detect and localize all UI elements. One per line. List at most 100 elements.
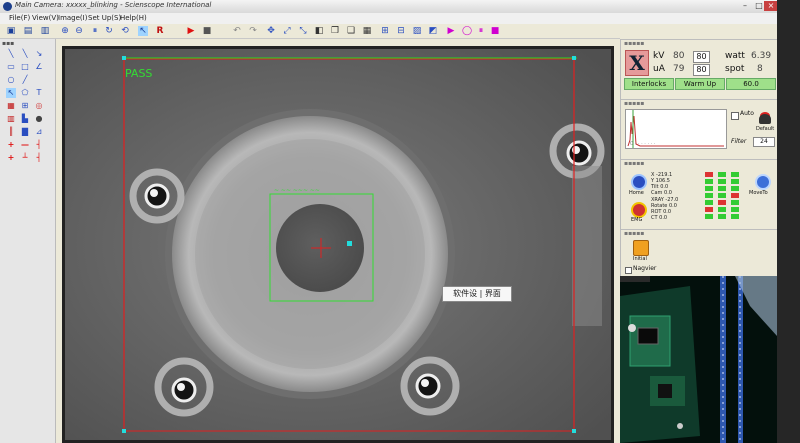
filter-select[interactable]: 24 [753, 137, 775, 147]
black-circle-tool-icon[interactable]: ● [34, 114, 44, 124]
move-icon[interactable]: ✥ [266, 26, 276, 36]
bga-tool-icon[interactable]: ⊞ [20, 101, 30, 111]
align-icon[interactable]: ⊞ [380, 26, 390, 36]
warmup-button[interactable]: Warm Up [675, 78, 725, 90]
app-icon [3, 2, 12, 11]
angle-tool-icon[interactable]: ∠ [34, 62, 44, 72]
tool-panel-title: ▪▪▪ [2, 40, 15, 47]
polyline-tool-icon[interactable]: ╲ [20, 49, 30, 59]
xray-image-viewer[interactable]: ~ ~~ ~~~ ~~ PASS [62, 46, 614, 443]
select-tool-icon[interactable]: ↖ [6, 88, 16, 98]
menu-view[interactable]: View(V) [32, 14, 59, 22]
stop-acq-icon[interactable]: ■ [490, 26, 500, 36]
polygon-tool-icon[interactable]: ⬠ [20, 88, 30, 98]
menu-bar: File(F) View(V) Image(I) Set Up(S) Help(… [0, 13, 777, 24]
undo-icon[interactable]: ↶ [232, 26, 242, 36]
record-mode-icon[interactable]: R [155, 26, 165, 36]
xray-logo[interactable]: X [625, 50, 649, 76]
snap-icon[interactable]: ⊟ [396, 26, 406, 36]
kv-actual: 80 [673, 51, 685, 61]
home-icon[interactable] [631, 174, 647, 190]
rotate-icon[interactable]: ⟲ [120, 26, 130, 36]
play-icon[interactable]: ▶ [186, 26, 196, 36]
zoom-out-icon[interactable]: ⊖ [74, 26, 84, 36]
menu-setup[interactable]: Set Up(S) [88, 14, 121, 22]
navigator-checkbox[interactable] [625, 267, 632, 274]
emg-label: EMG [631, 217, 643, 223]
line-tool-icon[interactable]: ╲ [6, 49, 16, 59]
hline-tool-icon[interactable]: — [20, 140, 30, 150]
zoom-in-icon[interactable]: ⊕ [60, 26, 70, 36]
stop-icon[interactable]: ■ [202, 26, 212, 36]
cross-tool-icon[interactable]: + [6, 140, 16, 150]
navigator-camera-image[interactable] [620, 276, 777, 443]
grid-tool-icon[interactable]: ▥ [6, 114, 16, 124]
scale-icon[interactable]: ⤢ [282, 26, 292, 36]
default-icon[interactable] [759, 114, 771, 124]
interlocks-indicator[interactable]: Interlocks [624, 78, 674, 90]
initial-icon[interactable] [633, 240, 649, 256]
ua-actual: 79 [673, 64, 685, 74]
pause-acq-icon[interactable]: ⏸ [476, 26, 486, 36]
menu-file[interactable]: File(F) [9, 14, 30, 22]
ime-tooltip: 软件设 | 界面 [442, 286, 512, 302]
kv-setpoint-input[interactable]: 80 [693, 51, 710, 63]
navigator-section: ▪▪▪▪▪ Initial Nagvier [621, 229, 778, 277]
xray-control-section: ▪▪▪▪▪ X kV 80 80 watt 6.39 uA 79 80 spot… [621, 39, 778, 90]
print-icon[interactable]: ▥ [40, 26, 50, 36]
profile-tool-icon[interactable]: ⊿ [34, 127, 44, 137]
menu-help[interactable]: Help(H) [120, 14, 147, 22]
square-tool-icon[interactable]: □ [20, 62, 30, 72]
wire-tool-icon[interactable]: ║ [6, 127, 16, 137]
lookup-icon[interactable]: ◩ [428, 26, 438, 36]
title-bar: Main Camera: xxxxx_blinking - Scienscope… [0, 0, 778, 14]
save-icon[interactable]: ▤ [23, 26, 33, 36]
tool-panel: ▪▪▪ ╲ ╲ ↘ ▭ □ ∠ ○ ╱ ↖ ⬠ T ▦ ⊞ ◎ ▥ ▙ ● ║ … [0, 39, 56, 443]
circle-tool-icon[interactable]: ○ [6, 75, 16, 85]
histogram-icon[interactable]: ▨ [412, 26, 422, 36]
open-icon[interactable]: ▣ [6, 26, 16, 36]
minimize-button[interactable]: – [738, 1, 752, 11]
copy-icon[interactable]: ❐ [330, 26, 340, 36]
refresh-icon[interactable]: ↻ [104, 26, 114, 36]
ua-label: uA [653, 64, 665, 74]
menu-image[interactable]: Image(I) [58, 14, 87, 22]
arrow-tool-icon[interactable]: ↘ [34, 49, 44, 59]
emg-icon[interactable] [631, 202, 647, 218]
marker-plus-icon[interactable]: + [6, 153, 16, 163]
histogram-graph[interactable]: 0 · · · · · · · [625, 109, 727, 149]
pass-status-label: PASS [125, 67, 153, 80]
text-tool-icon[interactable]: T [34, 88, 44, 98]
marker-tee-icon[interactable]: ┴ [20, 153, 30, 163]
grid-icon[interactable]: ▦ [362, 26, 372, 36]
window-title: Main Camera: xxxxx_blinking - Scienscope… [15, 1, 212, 9]
move-to-icon[interactable] [755, 174, 771, 190]
layer-icon[interactable]: ◧ [314, 26, 324, 36]
measure-icon[interactable]: ▶ [446, 26, 456, 36]
chart-tool-icon[interactable]: ▙ [20, 114, 30, 124]
main-window: Main Camera: xxxxx_blinking - Scienscope… [0, 0, 778, 443]
pointer-icon[interactable]: ↖ [138, 26, 148, 36]
motion-row: CT 0.0 [651, 215, 668, 221]
fit-icon[interactable]: ⤡ [298, 26, 308, 36]
marker-bar-icon[interactable]: ┤ [34, 153, 44, 163]
watt-label: watt [725, 51, 745, 61]
cycle-icon[interactable]: ◯ [462, 26, 472, 36]
histogram-axis: 0 · · · · · · · [630, 141, 656, 147]
histogram-tool-icon[interactable]: ▇ [20, 127, 30, 137]
diagonal-tool-icon[interactable]: ╱ [20, 75, 30, 85]
vline-tool-icon[interactable]: ┤ [34, 140, 44, 150]
xray-section-title: ▪▪▪▪▪ [624, 40, 645, 47]
paste-icon[interactable]: ❑ [346, 26, 356, 36]
close-button[interactable]: × [764, 1, 778, 11]
control-panel: ▪▪▪▪▪ X kV 80 80 watt 6.39 uA 79 80 spot… [620, 39, 778, 276]
pause-icon[interactable]: ⏸ [90, 26, 100, 36]
rect-tool-icon[interactable]: ▭ [6, 62, 16, 72]
motion-section-title: ▪▪▪▪▪ [624, 160, 645, 167]
auto-checkbox[interactable] [731, 112, 739, 120]
redo-icon[interactable]: ↷ [248, 26, 258, 36]
ua-setpoint-input[interactable]: 80 [693, 64, 710, 76]
motion-row: Cam 0.0 [651, 190, 672, 196]
target-tool-icon[interactable]: ◎ [34, 101, 44, 111]
void-tool-icon[interactable]: ▦ [6, 101, 16, 111]
